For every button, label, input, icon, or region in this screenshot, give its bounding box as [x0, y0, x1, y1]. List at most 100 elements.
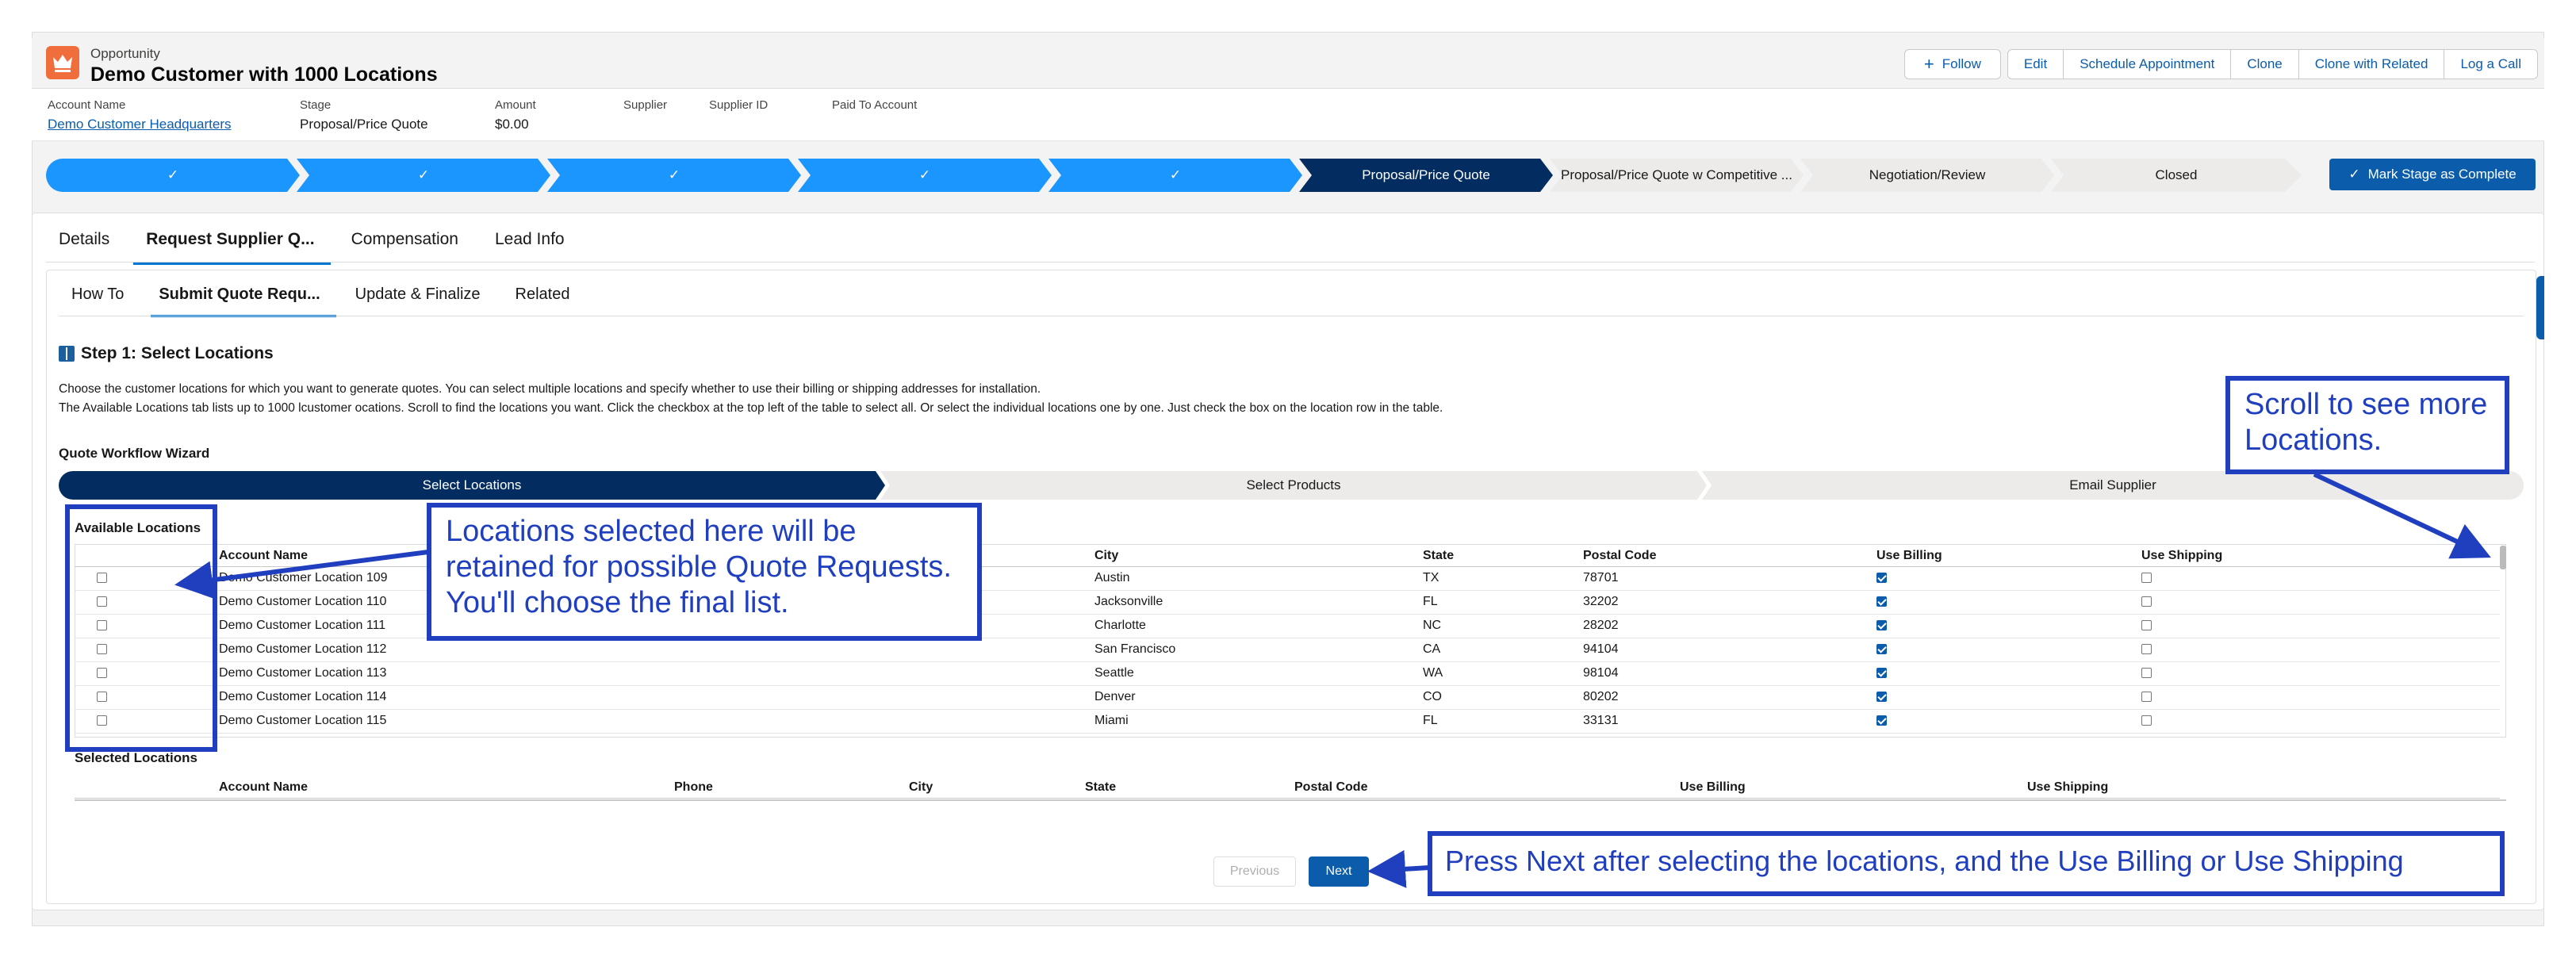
wizard-step-select-products[interactable]: Select Products — [880, 471, 1707, 500]
path-step-3[interactable]: ✓ — [547, 159, 801, 192]
field-label: Stage — [300, 98, 332, 112]
path-step-negotiation-review[interactable]: Negotiation/Review — [1800, 159, 2054, 192]
path-step-closed[interactable]: Closed — [2051, 159, 2302, 192]
next-button[interactable]: Next — [1309, 856, 1369, 887]
column-use-shipping[interactable]: Use Shipping — [2027, 777, 2500, 799]
cell-postal-code: 94104 — [1583, 638, 1876, 662]
path-step-4[interactable]: ✓ — [798, 159, 1052, 192]
cell-postal-code: 80202 — [1583, 685, 1876, 710]
use-shipping-checkbox[interactable] — [2141, 644, 2152, 655]
column-city[interactable]: City — [909, 777, 1085, 799]
checkbox-cell — [1876, 661, 2141, 686]
cell-state: CA — [1423, 638, 1583, 662]
checkbox-cell — [2141, 638, 2500, 662]
mark-stage-complete-button[interactable]: ✓ Mark Stage as Complete — [2329, 159, 2536, 190]
column-postal-code[interactable]: Postal Code — [1294, 777, 1680, 799]
checkbox-cell — [1876, 638, 2141, 662]
table-header-row: Account Name Phone City State Postal Cod… — [75, 777, 2500, 799]
cell-phone — [914, 661, 1094, 686]
record-header-top: Opportunity Demo Customer with 1000 Loca… — [32, 38, 2544, 89]
schedule-appointment-button[interactable]: Schedule Appointment — [2064, 49, 2232, 79]
quote-wizard: Select Locations Select Products Email S… — [59, 471, 2524, 500]
field-label: Amount — [495, 98, 536, 112]
follow-button[interactable]: + Follow — [1903, 49, 2001, 79]
field-paid-to-account: Paid To Account — [832, 98, 991, 132]
subtab-submit-quote-request[interactable]: Submit Quote Requ... — [151, 285, 337, 317]
previous-button[interactable]: Previous — [1213, 856, 1296, 887]
use-shipping-checkbox[interactable] — [2141, 596, 2152, 607]
use-shipping-checkbox[interactable] — [2141, 692, 2152, 703]
checkbox-cell — [1876, 685, 2141, 710]
table-row[interactable]: Demo Customer Location 115 Miami FL 33131 — [75, 709, 2500, 734]
cell-phone — [914, 685, 1094, 710]
checkbox-cell — [1876, 614, 2141, 638]
use-billing-checkbox[interactable] — [1876, 668, 1887, 679]
record-tabs: Details Request Supplier Q... Compensati… — [59, 227, 601, 265]
wizard-step-select-locations[interactable]: Select Locations — [59, 471, 885, 500]
field-amount: Amount $0.00 — [495, 98, 623, 132]
cell-state: FL — [1423, 709, 1583, 734]
tab-details[interactable]: Details — [59, 227, 109, 262]
column-use-shipping[interactable]: Use Shipping — [2141, 546, 2500, 567]
column-account-name[interactable]: Account Name — [219, 777, 674, 799]
tab-compensation[interactable]: Compensation — [351, 227, 458, 262]
sub-tabs: How To Submit Quote Requ... Update & Fin… — [71, 285, 604, 317]
tab-lead-info[interactable]: Lead Info — [495, 227, 565, 262]
crown-icon — [46, 46, 79, 79]
checkbox-cell — [2141, 614, 2500, 638]
column-phone[interactable]: Phone — [674, 777, 909, 799]
cell-account-name: Demo Customer Location 114 — [219, 685, 914, 710]
path-step-proposal-price-quote[interactable]: Proposal/Price Quote — [1299, 159, 1553, 192]
table-row[interactable]: Demo Customer Location 113 Seattle WA 98104 — [75, 661, 2500, 686]
column-city[interactable]: City — [1094, 546, 1423, 567]
path-step-2[interactable]: ✓ — [297, 159, 550, 192]
field-account-name: Account Name Demo Customer Headquarters — [48, 98, 300, 132]
subtab-related[interactable]: Related — [516, 285, 570, 317]
table-row[interactable]: Demo Customer Location 114 Denver CO 80202 — [75, 685, 2500, 710]
cell-postal-code: 78701 — [1583, 566, 1876, 591]
subtab-update-finalize[interactable]: Update & Finalize — [355, 285, 481, 317]
table-scrollbar[interactable] — [2500, 546, 2506, 569]
highlight-checkbox-column — [65, 504, 217, 752]
use-shipping-checkbox[interactable] — [2141, 620, 2152, 631]
path-step-5[interactable]: ✓ — [1048, 159, 1302, 192]
tab-request-supplier-quote[interactable]: Request Supplier Q... — [133, 227, 331, 265]
field-supplier: Supplier — [623, 98, 709, 132]
use-billing-checkbox[interactable] — [1876, 715, 1887, 726]
side-panel-handle[interactable] — [2536, 276, 2544, 339]
use-billing-checkbox[interactable] — [1876, 644, 1887, 655]
use-shipping-checkbox[interactable] — [2141, 573, 2152, 584]
clone-with-related-button[interactable]: Clone with Related — [2298, 49, 2445, 79]
checkbox-cell — [2141, 590, 2500, 615]
clone-button[interactable]: Clone — [2231, 49, 2299, 79]
use-billing-checkbox[interactable] — [1876, 596, 1887, 607]
use-shipping-checkbox[interactable] — [2141, 668, 2152, 679]
use-shipping-checkbox[interactable] — [2141, 715, 2152, 726]
field-value: $0.00 — [495, 117, 529, 132]
log-a-call-button[interactable]: Log a Call — [2444, 49, 2538, 79]
column-state[interactable]: State — [1085, 777, 1294, 799]
edit-button[interactable]: Edit — [2007, 49, 2064, 79]
record-title: Demo Customer with 1000 Locations — [90, 63, 438, 86]
column-use-billing[interactable]: Use Billing — [1876, 546, 2141, 567]
field-value: Proposal/Price Quote — [300, 117, 428, 132]
account-name-link[interactable]: Demo Customer Headquarters — [48, 117, 300, 132]
subtab-how-to[interactable]: How To — [71, 285, 124, 317]
cell-state: NC — [1423, 614, 1583, 638]
step-description-1: Choose the customer locations for which … — [59, 382, 1041, 396]
step-description-2: The Available Locations tab lists up to … — [59, 401, 1443, 415]
use-billing-checkbox[interactable] — [1876, 692, 1887, 703]
step-title: Step 1: Select Locations — [59, 344, 274, 363]
path-step-1[interactable]: ✓ — [46, 159, 300, 192]
use-billing-checkbox[interactable] — [1876, 620, 1887, 631]
checkbox-cell — [2141, 661, 2500, 686]
column-use-billing[interactable]: Use Billing — [1680, 777, 2027, 799]
table-row[interactable]: Demo Customer Location 112 San Francisco C… — [75, 638, 2500, 662]
path-step-proposal-competitive[interactable]: Proposal/Price Quote w Competitive ... — [1550, 159, 1804, 192]
column-postal-code[interactable]: Postal Code — [1583, 546, 1876, 567]
annotation-press-next: Press Next after selecting the locations… — [1428, 831, 2505, 896]
cell-postal-code: 32202 — [1583, 590, 1876, 615]
use-billing-checkbox[interactable] — [1876, 573, 1887, 584]
wizard-step-email-supplier[interactable]: Email Supplier — [1702, 471, 2524, 500]
column-state[interactable]: State — [1423, 546, 1583, 567]
